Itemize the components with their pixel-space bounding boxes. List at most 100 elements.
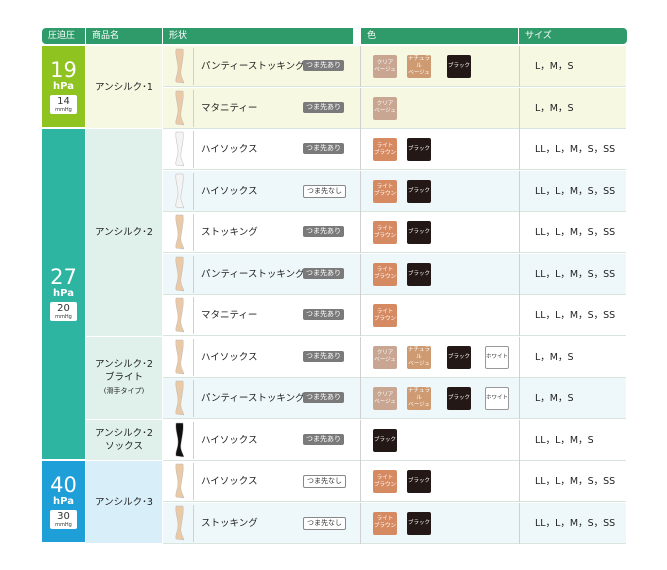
table-row: パンティーストッキング つま先あり ライト ブラウン ブラック LL，L，M，S，SS <box>163 253 626 295</box>
color-swatch-light: ライト ブラウン <box>373 470 397 493</box>
color-swatch-black: ブラック <box>447 345 471 369</box>
toe-badge: つま先あり <box>303 267 344 279</box>
pressure-unit: hPa <box>53 495 74 507</box>
leg-shape-icon <box>167 214 194 251</box>
table-row: パンティーストッキング つま先あり クリア ベージュ ナチュラル ベージュ ブラック ホワイト… <box>163 378 626 419</box>
column-divider <box>519 253 520 295</box>
column-divider <box>360 129 361 170</box>
toe-badge: つま先あり <box>303 309 344 320</box>
product-name: アンシルク･2 <box>86 129 162 336</box>
pressure-block: 40 hPa 30 mmHg <box>42 461 85 542</box>
leg-shape-icon <box>167 421 194 459</box>
size-list: L，M，S <box>535 61 574 72</box>
header-cell: サイズ <box>519 28 627 44</box>
column-divider <box>519 336 520 378</box>
color-swatch-light: ライト ブラウン <box>373 304 397 327</box>
column-divider <box>360 461 361 502</box>
color-swatch-clear: クリア ベージュ <box>373 96 397 120</box>
shape-name: ハイソックス <box>201 351 258 363</box>
shape-name: ハイソックス <box>201 434 258 446</box>
toe-badge: つま先あり <box>303 226 344 237</box>
color-swatch-black: ブラック <box>407 179 431 203</box>
mmhg-badge: 20 mmHg <box>50 302 77 321</box>
color-swatch-light: ライト ブラウン <box>373 179 397 203</box>
size-list: L，M，S <box>535 351 574 363</box>
color-swatch-light: ライト ブラウン <box>373 262 397 286</box>
product-name-text: アンシルク･2 ブライト (滑手タイプ) <box>95 358 153 395</box>
color-swatch-natural: ナチュラル ベージュ <box>407 55 431 78</box>
pressure-unit: hPa <box>53 80 74 92</box>
column-divider <box>519 46 520 87</box>
color-swatch-natural: ナチュラル ベージュ <box>407 387 431 410</box>
pressure-value: 40 <box>50 472 77 497</box>
size-list: LL，L，M，S，SS <box>535 268 616 280</box>
table-row: ハイソックス つま先あり クリア ベージュ ナチュラル ベージュ ブラック ホワイト L，M，S <box>163 336 626 378</box>
table-row: マタニティー つま先あり クリア ベージュ L，M，S <box>163 87 626 129</box>
column-divider <box>360 419 361 461</box>
size-list: LL，L，M，S，SS <box>535 227 616 238</box>
size-list: LL，L，M，S，SS <box>535 144 616 155</box>
leg-shape-icon <box>167 463 194 500</box>
leg-shape-icon <box>167 255 194 293</box>
column-divider <box>360 212 361 253</box>
shape-name: パンティーストッキング <box>201 268 305 280</box>
size-list: LL，L，M，S，SS <box>535 185 616 197</box>
column-divider <box>519 378 520 419</box>
shape-name: ストッキング <box>201 227 258 238</box>
color-swatch-black: ブラック <box>407 511 431 535</box>
pressure-block: 27 hPa 20 mmHg <box>42 129 85 459</box>
size-list: LL，L，M，S，SS <box>535 517 616 529</box>
column-divider <box>360 502 361 544</box>
toe-badge: つま先あり <box>303 60 344 71</box>
pressure-unit: hPa <box>53 288 74 299</box>
column-divider <box>360 336 361 378</box>
shape-name: ハイソックス <box>201 144 258 155</box>
size-list: LL，L，M，S，SS <box>535 476 616 487</box>
mmhg-unit: mmHg <box>55 314 72 320</box>
color-swatch-light: ライト ブラウン <box>373 221 397 244</box>
shape-name: パンティーストッキング <box>201 393 305 404</box>
color-swatch-light: ライト ブラウン <box>373 511 397 535</box>
column-divider <box>519 295 520 336</box>
table-row: ハイソックス つま先なし ライト ブラウン ブラック LL，L，M，S，SS <box>163 461 626 502</box>
color-swatch-white: ホワイト <box>485 345 509 369</box>
column-divider <box>360 170 361 212</box>
column-divider <box>519 212 520 253</box>
toe-badge: つま先あり <box>303 143 344 154</box>
header-cell: 圧迫圧 <box>42 28 85 44</box>
color-swatch-black: ブラック <box>407 221 431 244</box>
toe-badge: つま先なし <box>303 184 346 198</box>
leg-shape-icon <box>167 380 194 417</box>
color-swatch-clear: クリア ベージュ <box>373 387 397 410</box>
column-divider <box>519 170 520 212</box>
size-list: L，M，S <box>535 102 574 114</box>
product-subname: (滑手タイプ) <box>103 386 145 395</box>
shape-name: ストッキング <box>201 517 258 529</box>
size-list: LL，L，M，S <box>535 434 594 446</box>
color-swatch-light: ライト ブラウン <box>373 138 397 161</box>
column-divider <box>519 87 520 129</box>
column-divider <box>360 295 361 336</box>
toe-badge: つま先あり <box>303 433 344 445</box>
toe-badge: つま先あり <box>303 101 344 113</box>
table-row: マタニティー つま先あり ライト ブラウン LL，L，M，S，SS <box>163 295 626 336</box>
leg-shape-icon <box>167 131 194 168</box>
color-swatch-black: ブラック <box>447 55 471 78</box>
toe-badge: つま先あり <box>303 392 344 403</box>
table-row: ストッキング つま先なし ライト ブラウン ブラック LL，L，M，S，SS <box>163 502 626 544</box>
header-cell: 商品名 <box>86 28 162 44</box>
product-name: アンシルク･3 <box>86 461 162 543</box>
pressure-value: 27 <box>50 265 77 289</box>
mmhg-badge: 14 mmHg <box>50 94 77 114</box>
mmhg-unit: mmHg <box>55 106 72 113</box>
toe-badge: つま先なし <box>303 475 346 488</box>
column-divider <box>519 461 520 502</box>
product-name-text: アンシルク･2 ソックス <box>95 427 153 452</box>
product-name: アンシルク･2 ブライト (滑手タイプ) <box>86 336 162 419</box>
column-divider <box>360 378 361 419</box>
pressure-value: 19 <box>50 57 77 82</box>
column-divider <box>360 87 361 129</box>
leg-shape-icon <box>167 48 194 85</box>
product-name: アンシルク･1 <box>86 46 162 128</box>
leg-shape-icon <box>167 297 194 334</box>
